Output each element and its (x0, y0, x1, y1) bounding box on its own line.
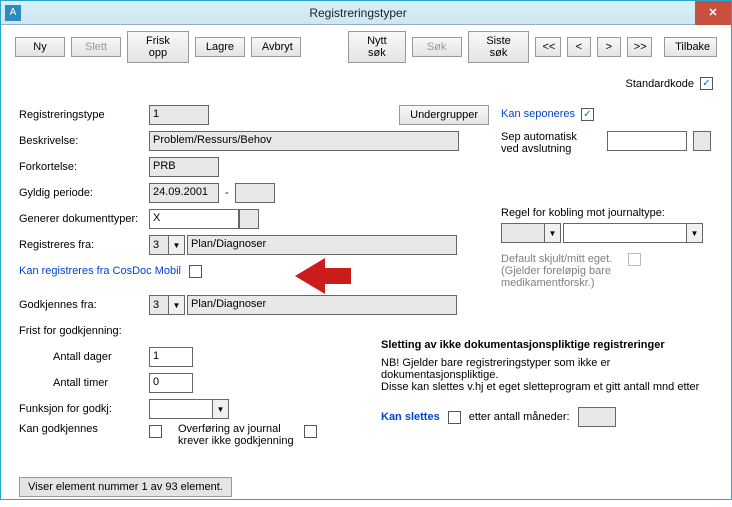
tilbake-button[interactable]: Tilbake (664, 37, 717, 57)
registreres-fra-num-value: 3 (150, 239, 168, 251)
etter-label: etter antall måneder: (469, 411, 570, 423)
window: A Registreringstyper ✕ Ny Slett Frisk op… (0, 0, 732, 500)
godkjennes-fra-num-select[interactable]: 3 ▼ (149, 295, 185, 315)
kan-slettes-label: Kan slettes (381, 411, 440, 423)
overforing-checkbox[interactable] (304, 425, 317, 438)
generer-dok-picker[interactable] (239, 209, 259, 229)
kan-godkjennes-label: Kan godkjennes (19, 423, 149, 435)
generer-dok-input[interactable]: X (149, 209, 239, 229)
funksjon-godkj-select[interactable]: ▼ (149, 399, 229, 419)
lagre-button[interactable]: Lagre (195, 37, 245, 57)
beskrivelse-label: Beskrivelse: (19, 135, 149, 147)
frisk-opp-button[interactable]: Frisk opp (127, 31, 189, 63)
standardkode-checkbox[interactable]: ✓ (700, 77, 713, 90)
gyldig-periode-label: Gyldig periode: (19, 187, 149, 199)
kan-seponeres-checkbox[interactable]: ✓ (581, 108, 594, 121)
funksjon-godkj-label: Funksjon for godkj: (19, 403, 149, 415)
default-skjult-checkbox[interactable] (628, 253, 641, 266)
close-button[interactable]: ✕ (695, 1, 731, 25)
sok-button[interactable]: Søk (412, 37, 462, 57)
toolbar: Ny Slett Frisk opp Lagre Avbryt Nytt søk… (1, 25, 731, 69)
avbryt-button[interactable]: Avbryt (251, 37, 301, 57)
slett-button[interactable]: Slett (71, 37, 121, 57)
kan-slettes-checkbox[interactable] (448, 411, 461, 424)
registreringstype-label: Registreringstype (19, 109, 149, 121)
chevron-down-icon: ▼ (168, 296, 184, 314)
title-bar: A Registreringstyper ✕ (1, 1, 731, 25)
forkortelse-input[interactable]: PRB (149, 157, 219, 177)
standardkode-row: Standardkode ✓ (626, 77, 714, 90)
antall-dager-input[interactable]: 1 (149, 347, 193, 367)
antall-timer-label: Antall timer (19, 377, 149, 389)
forkortelse-label: Forkortelse: (19, 161, 149, 173)
sletting-title: Sletting av ikke dokumentasjonspliktige … (381, 339, 711, 351)
sep-auto-picker[interactable] (693, 131, 711, 151)
gyldig-dash: - (225, 187, 229, 199)
registreres-fra-num-select[interactable]: 3 ▼ (149, 235, 185, 255)
etter-maneder-input[interactable] (578, 407, 616, 427)
regel-kobling-select-2[interactable]: ▼ (563, 223, 703, 243)
default-skjult-line3: medikamentforskr.) (501, 277, 612, 289)
registreringstype-input[interactable]: 1 (149, 105, 209, 125)
window-title: Registreringstyper (21, 6, 695, 20)
kan-reg-mobil-checkbox[interactable] (189, 265, 202, 278)
prev-button[interactable]: < (567, 37, 591, 57)
kan-seponeres-label: Kan seponeres (501, 108, 575, 120)
antall-timer-input[interactable]: 0 (149, 373, 193, 393)
overforing-label-2: krever ikke godkjenning (178, 435, 294, 447)
godkjennes-fra-num-value: 3 (150, 299, 168, 311)
siste-sok-button[interactable]: Siste søk (468, 31, 530, 63)
sletting-info-1: NB! Gjelder bare registreringstyper som … (381, 357, 711, 381)
godkjennes-fra-text[interactable]: Plan/Diagnoser (187, 295, 457, 315)
registreres-fra-text[interactable]: Plan/Diagnoser (187, 235, 457, 255)
sep-auto-input[interactable] (607, 131, 687, 151)
gyldig-to-input[interactable] (235, 183, 275, 203)
regel-kobling-select-1[interactable]: ▼ (501, 223, 561, 243)
standardkode-label: Standardkode (626, 78, 695, 90)
last-button[interactable]: >> (627, 37, 652, 57)
kan-godkjennes-checkbox[interactable] (149, 425, 162, 438)
nytt-sok-button[interactable]: Nytt søk (348, 31, 406, 63)
chevron-down-icon: ▼ (168, 236, 184, 254)
sletting-info-2: Disse kan slettes v.hj et eget slettepro… (381, 381, 711, 393)
app-icon: A (5, 5, 21, 21)
kan-reg-mobil-label: Kan registreres fra CosDoc Mobil (19, 265, 181, 277)
status-bar: Viser element nummer 1 av 93 element. (19, 477, 232, 497)
antall-dager-label: Antall dager (19, 351, 149, 363)
overforing-label-1: Overføring av journal (178, 423, 294, 435)
sep-auto-label-2: ved avslutning (501, 143, 601, 155)
undergrupper-button[interactable]: Undergrupper (399, 105, 489, 125)
chevron-down-icon: ▼ (686, 224, 702, 242)
default-skjult-line2: (Gjelder foreløpig bare (501, 265, 612, 277)
gyldig-from-input[interactable]: 24.09.2001 (149, 183, 219, 203)
frist-label: Frist for godkjenning: (19, 325, 149, 337)
default-skjult-line1: Default skjult/mitt eget. (501, 253, 612, 265)
beskrivelse-input[interactable]: Problem/Ressurs/Behov (149, 131, 459, 151)
ny-button[interactable]: Ny (15, 37, 65, 57)
sep-auto-label-1: Sep automatisk (501, 131, 601, 143)
chevron-down-icon: ▼ (544, 224, 560, 242)
form-body: Standardkode ✓ Registreringstype 1 Under… (1, 69, 731, 507)
generer-dok-label: Generer dokumenttyper: (19, 213, 149, 225)
regel-kobling-label: Regel for kobling mot journaltype: (501, 207, 713, 219)
first-button[interactable]: << (535, 37, 560, 57)
chevron-down-icon: ▼ (212, 400, 228, 418)
sletting-section: Sletting av ikke dokumentasjonspliktige … (381, 335, 711, 431)
registreres-fra-label: Registreres fra: (19, 239, 149, 251)
next-button[interactable]: > (597, 37, 621, 57)
godkjennes-fra-label: Godkjennes fra: (19, 299, 149, 311)
